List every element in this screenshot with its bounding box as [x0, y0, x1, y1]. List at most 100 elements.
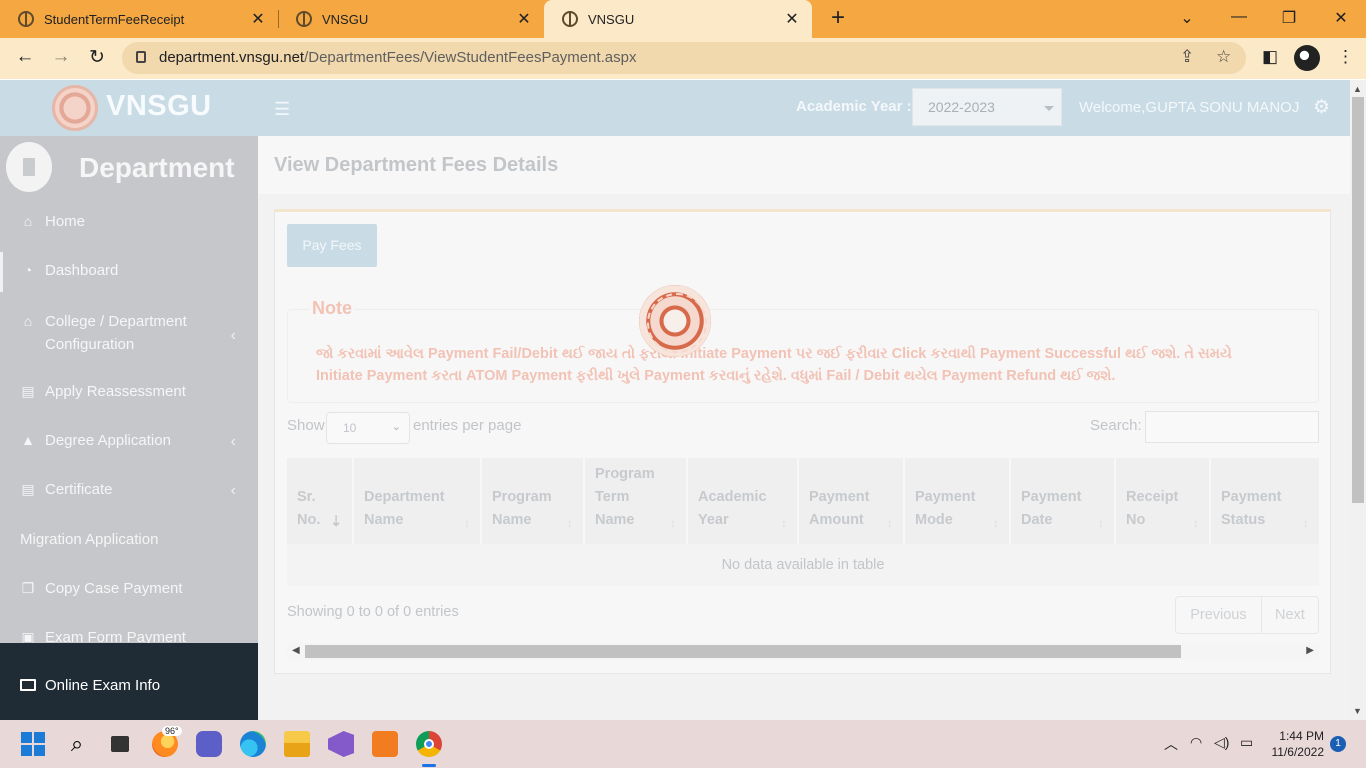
task-view-icon[interactable]	[108, 731, 134, 757]
scroll-left-arrow-icon[interactable]: ◀	[292, 645, 300, 656]
column-header-payment-status[interactable]: Payment Status ↕	[1211, 458, 1319, 544]
page-vertical-scrollbar[interactable]: ▲ ▼	[1350, 80, 1366, 720]
xampp-icon[interactable]	[372, 731, 398, 757]
academic-year-select[interactable]: 2022-2023	[912, 88, 1062, 126]
sidebar-item-migration-application[interactable]: Migration Application	[0, 531, 258, 548]
book-icon: ▤	[21, 383, 35, 399]
note-text-line: Initiate Payment કરતા ATOM Payment ફરીથી…	[316, 368, 1116, 384]
browser-tab-3[interactable]: VNSGU ✕	[544, 0, 812, 38]
sidebar-item-label: Migration Application	[20, 531, 159, 548]
forward-icon[interactable]: →	[48, 46, 74, 68]
column-header-receipt-no[interactable]: Receipt No ↕	[1116, 458, 1211, 544]
teams-chat-icon[interactable]	[196, 731, 222, 757]
column-header-program-term-name[interactable]: Program Term Name ↕	[585, 458, 688, 544]
taskbar-clock[interactable]: 1:44 PM 11/6/2022	[1266, 728, 1325, 760]
new-tab-icon[interactable]: +	[826, 6, 850, 30]
tab-title: VNSGU	[322, 11, 369, 27]
notification-badge[interactable]: 1	[1330, 736, 1346, 752]
windows-taskbar: ⌕ 96° ︿ ◠ ◁) ▭ 1:44 PM 11/6/2022 1	[0, 720, 1366, 768]
sidebar-item-home[interactable]: ⌂ Home	[0, 213, 258, 230]
table-horizontal-scrollbar[interactable]: ◀ ▶	[287, 643, 1319, 660]
scroll-right-arrow-icon[interactable]: ▶	[1306, 645, 1314, 656]
welcome-user-text: Welcome,GUPTA SONU MANOJ	[1079, 99, 1300, 116]
close-tab-icon[interactable]: ✕	[248, 9, 268, 29]
search-icon[interactable]: ⌕	[64, 731, 90, 757]
column-header-academic-year[interactable]: Academic Year ↕	[688, 458, 799, 544]
chevron-down-icon: ⌄	[391, 421, 401, 433]
minimize-icon[interactable]: —	[1224, 8, 1254, 26]
hamburger-menu-icon[interactable]: ☰	[274, 99, 290, 120]
column-header-label: Payment Amount	[809, 489, 870, 528]
sidebar-item-copy-case-payment[interactable]: ❐ Copy Case Payment	[0, 580, 258, 597]
sort-ascending-icon: ⇣	[330, 513, 342, 529]
sidebar-item-apply-reassessment[interactable]: ▤ Apply Reassessment	[0, 383, 258, 400]
fees-panel: Pay Fees Note જો કરવામાં આવેલ Payment Fa…	[274, 209, 1331, 674]
search-input[interactable]	[1145, 411, 1319, 443]
close-tab-icon[interactable]: ✕	[514, 9, 534, 29]
tab-search-icon[interactable]: ⌄	[1172, 8, 1202, 28]
wifi-icon[interactable]: ◠	[1190, 734, 1202, 751]
sidebar-item-degree-application[interactable]: ▲ Degree Application ‹	[0, 432, 258, 452]
copy-icon: ❐	[21, 580, 35, 596]
chrome-icon[interactable]	[416, 731, 442, 757]
volume-icon[interactable]: ◁)	[1214, 734, 1229, 751]
column-header-department-name[interactable]: Department Name ↕	[354, 458, 482, 544]
profile-avatar[interactable]	[1294, 45, 1320, 71]
column-header-payment-amount[interactable]: Payment Amount ↕	[799, 458, 905, 544]
visual-studio-icon[interactable]	[328, 731, 354, 757]
edge-browser-icon[interactable]	[240, 731, 266, 757]
back-icon[interactable]: ←	[12, 46, 38, 68]
settings-cogs-icon[interactable]: ⚙	[1313, 96, 1330, 119]
sidebar-item-dashboard[interactable]: ◔ Dashboard	[0, 252, 258, 292]
column-header-payment-date[interactable]: Payment Date ↕	[1011, 458, 1116, 544]
sort-icon: ↕	[1303, 516, 1309, 530]
globe-icon	[562, 11, 578, 27]
share-icon[interactable]: ⇪	[1180, 47, 1194, 67]
entries-per-page-label: entries per page	[413, 417, 522, 434]
scroll-up-arrow-icon[interactable]: ▲	[1353, 84, 1362, 94]
column-header-program-name[interactable]: Program Name ↕	[482, 458, 585, 544]
globe-icon	[18, 11, 34, 27]
sidebar-item-college-configuration[interactable]: ⌂ College / Department Configuration ‹	[0, 310, 258, 356]
pay-fees-button[interactable]: Pay Fees	[287, 224, 377, 267]
battery-icon[interactable]: ▭	[1240, 734, 1253, 751]
logo-area[interactable]: VNSGU	[0, 80, 258, 136]
scrollbar-thumb[interactable]	[305, 645, 1181, 658]
sidebar-item-label: Certificate	[45, 481, 113, 498]
column-header-payment-mode[interactable]: Payment Mode ↕	[905, 458, 1011, 544]
clock-time: 1:44 PM	[1279, 729, 1324, 743]
url-domain: department.vnsgu.net	[159, 49, 305, 66]
address-bar[interactable]: department.vnsgu.net/DepartmentFees/View…	[122, 42, 1246, 74]
close-tab-icon[interactable]: ✕	[782, 9, 802, 29]
loading-seal-icon	[639, 285, 711, 357]
next-page-button[interactable]: Next	[1262, 597, 1318, 633]
show-hidden-icons-chevron-icon[interactable]: ︿	[1164, 734, 1178, 754]
windows-start-icon[interactable]	[21, 732, 45, 756]
globe-icon	[296, 11, 312, 27]
sidebar-item-online-exam-info[interactable]: Online Exam Info	[20, 677, 160, 694]
reload-icon[interactable]: ↻	[84, 46, 110, 69]
sort-icon: ↕	[993, 516, 999, 530]
browser-tab-2[interactable]: VNSGU ✕	[278, 0, 544, 38]
entries-per-page-select[interactable]: 10 ⌄	[326, 412, 410, 444]
chrome-menu-icon[interactable]: ⋮	[1337, 47, 1354, 67]
sidebar-header: Department	[0, 136, 258, 198]
sidebar: Department ⌂ Home ◔ Dashboard ⌂ College / D…	[0, 136, 258, 720]
bookmark-star-icon[interactable]: ☆	[1216, 47, 1231, 67]
previous-page-button[interactable]: Previous	[1176, 597, 1262, 633]
browser-toolbar: ← → ↻ department.vnsgu.net/DepartmentFee…	[0, 38, 1366, 79]
restore-icon[interactable]: ❐	[1274, 8, 1304, 28]
close-window-icon[interactable]: ✕	[1326, 8, 1356, 28]
column-header-sr-no[interactable]: Sr. No. ⇣	[287, 458, 354, 544]
scroll-down-arrow-icon[interactable]: ▼	[1353, 706, 1362, 716]
browser-tab-1[interactable]: StudentTermFeeReceipt ✕	[0, 0, 278, 38]
sidebar-item-certificate[interactable]: ▤ Certificate ‹	[0, 481, 258, 501]
table-empty-row: No data available in table	[287, 544, 1319, 586]
scrollbar-thumb[interactable]	[1352, 97, 1364, 503]
sidebar-footer: Online Exam Info	[0, 643, 258, 720]
entries-per-page-value: 10	[343, 421, 357, 435]
table-info-text: Showing 0 to 0 of 0 entries	[287, 604, 459, 620]
side-panel-icon[interactable]: ◧	[1262, 47, 1278, 67]
column-header-label: Payment Date	[1021, 489, 1082, 528]
file-explorer-icon[interactable]	[284, 731, 310, 757]
